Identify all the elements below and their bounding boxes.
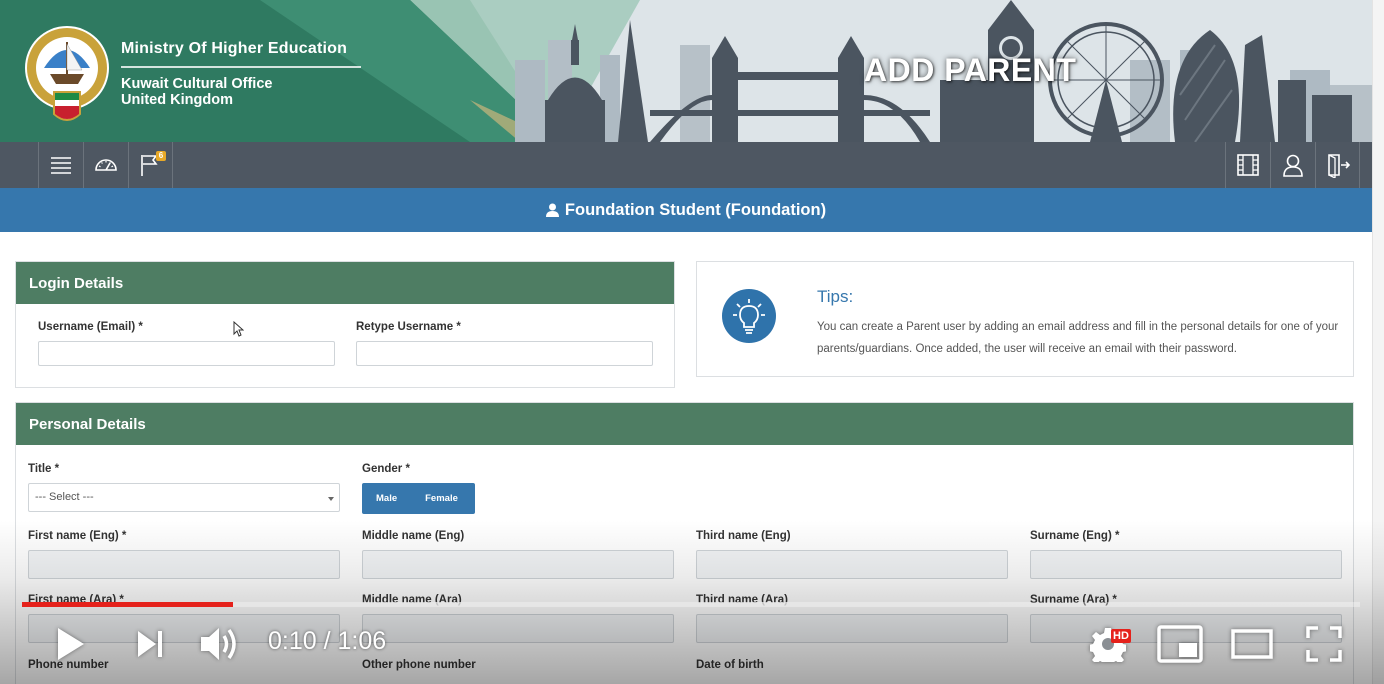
total-duration: 1:06	[337, 627, 387, 655]
volume-icon	[201, 628, 236, 660]
student-name: Foundation Student (Foundation)	[564, 200, 827, 219]
miniplayer-button[interactable]	[1156, 624, 1204, 664]
third-name-eng-field[interactable]	[696, 550, 1008, 579]
middle-name-ara-field[interactable]	[362, 614, 674, 643]
ministry-logo	[25, 26, 109, 121]
lightbulb-icon	[722, 289, 776, 343]
student-title-bar: Foundation Student (Foundation)	[0, 188, 1372, 232]
third-name-eng-input[interactable]	[697, 551, 1007, 578]
login-details-panel: Login Details Username (Email) * Retype …	[15, 261, 675, 388]
hd-quality-badge: HD	[1111, 629, 1131, 643]
third-name-eng-label: Third name (Eng)	[696, 530, 791, 542]
video-played-bar	[22, 602, 234, 607]
middle-name-eng-input[interactable]	[363, 551, 673, 578]
login-details-heading: Login Details	[16, 262, 674, 304]
surname-eng-field[interactable]	[1030, 550, 1342, 579]
skip-next-icon	[138, 631, 162, 657]
play-button[interactable]	[50, 622, 90, 666]
surname-eng-label: Surname (Eng) *	[1030, 530, 1120, 542]
tips-title: Tips:	[817, 287, 854, 306]
tips-panel: Tips: You can create a Parent user by ad…	[696, 261, 1354, 377]
gender-female-option[interactable]: Female	[411, 493, 472, 504]
middle-name-ara-input[interactable]	[363, 615, 673, 642]
middle-name-eng-field[interactable]	[362, 550, 674, 579]
fullscreen-button[interactable]	[1304, 624, 1344, 664]
mute-button[interactable]	[196, 622, 242, 666]
first-name-eng-field[interactable]	[28, 550, 340, 579]
theater-mode-icon	[1231, 629, 1273, 659]
first-name-eng-label: First name (Eng) *	[28, 530, 127, 542]
gender-male-option[interactable]: Male	[362, 493, 411, 504]
user-icon	[1283, 154, 1303, 177]
flag-count-badge: 6	[156, 151, 166, 161]
logout-icon	[1327, 154, 1350, 178]
personal-details-heading: Personal Details	[16, 403, 1353, 445]
gender-toggle[interactable]: Male Female	[362, 483, 475, 514]
organization-name-block: Ministry Of Higher Education Kuwait Cult…	[121, 40, 361, 108]
toolbar: 6	[0, 142, 1372, 188]
logout-button[interactable]	[1315, 142, 1360, 188]
org-name: Ministry Of Higher Education	[121, 40, 348, 57]
chevron-down-icon	[328, 497, 334, 501]
film-icon	[1237, 154, 1259, 176]
dashboard-gauge-icon	[95, 159, 117, 171]
theater-mode-button[interactable]	[1230, 628, 1274, 660]
user-icon	[545, 203, 559, 217]
other-phone-label: Other phone number	[362, 659, 476, 671]
menu-icon	[51, 157, 71, 174]
play-icon	[58, 628, 84, 660]
title-selected-value: --- Select ---	[35, 491, 94, 503]
video-time-display: 0:10 / 1:06	[268, 627, 386, 656]
fullscreen-icon	[1306, 626, 1342, 662]
gender-label: Gender *	[362, 463, 410, 475]
date-of-birth-label: Date of birth	[696, 659, 764, 671]
middle-name-eng-label: Middle name (Eng)	[362, 530, 465, 542]
profile-button[interactable]	[1270, 142, 1315, 188]
media-button[interactable]	[1225, 142, 1270, 188]
notifications-flag-button[interactable]: 6	[128, 142, 173, 188]
retype-username-input[interactable]	[357, 342, 652, 365]
mouse-cursor-icon	[233, 321, 244, 337]
page-title: ADD PARENT	[864, 52, 1077, 88]
tips-text: You can create a Parent user by adding a…	[817, 321, 1339, 355]
surname-eng-input[interactable]	[1031, 551, 1341, 578]
title-label: Title *	[28, 463, 60, 475]
org-divider	[121, 66, 361, 68]
org-subline-1: Kuwait Cultural Office	[121, 76, 273, 92]
username-email-field[interactable]	[38, 341, 335, 366]
page-scrollbar[interactable]	[1372, 0, 1384, 684]
retype-username-label: Retype Username *	[356, 321, 461, 333]
username-email-input[interactable]	[39, 342, 334, 365]
dashboard-button[interactable]	[83, 142, 128, 188]
miniplayer-icon	[1157, 625, 1203, 663]
retype-username-field[interactable]	[356, 341, 653, 366]
menu-button[interactable]	[38, 142, 83, 188]
header-banner: Ministry Of Higher Education Kuwait Cult…	[0, 0, 1372, 142]
next-button[interactable]	[133, 626, 167, 662]
title-select[interactable]: --- Select ---	[28, 483, 340, 512]
org-subline-2: United Kingdom	[121, 92, 233, 108]
third-name-ara-field[interactable]	[696, 614, 1008, 643]
video-progress-bar[interactable]	[22, 602, 1360, 607]
first-name-eng-input[interactable]	[29, 551, 339, 578]
page: Ministry Of Higher Education Kuwait Cult…	[0, 0, 1384, 684]
username-label: Username (Email) *	[38, 321, 143, 333]
third-name-ara-input[interactable]	[697, 615, 1007, 642]
time-separator: /	[323, 627, 331, 655]
current-time: 0:10	[268, 627, 317, 655]
